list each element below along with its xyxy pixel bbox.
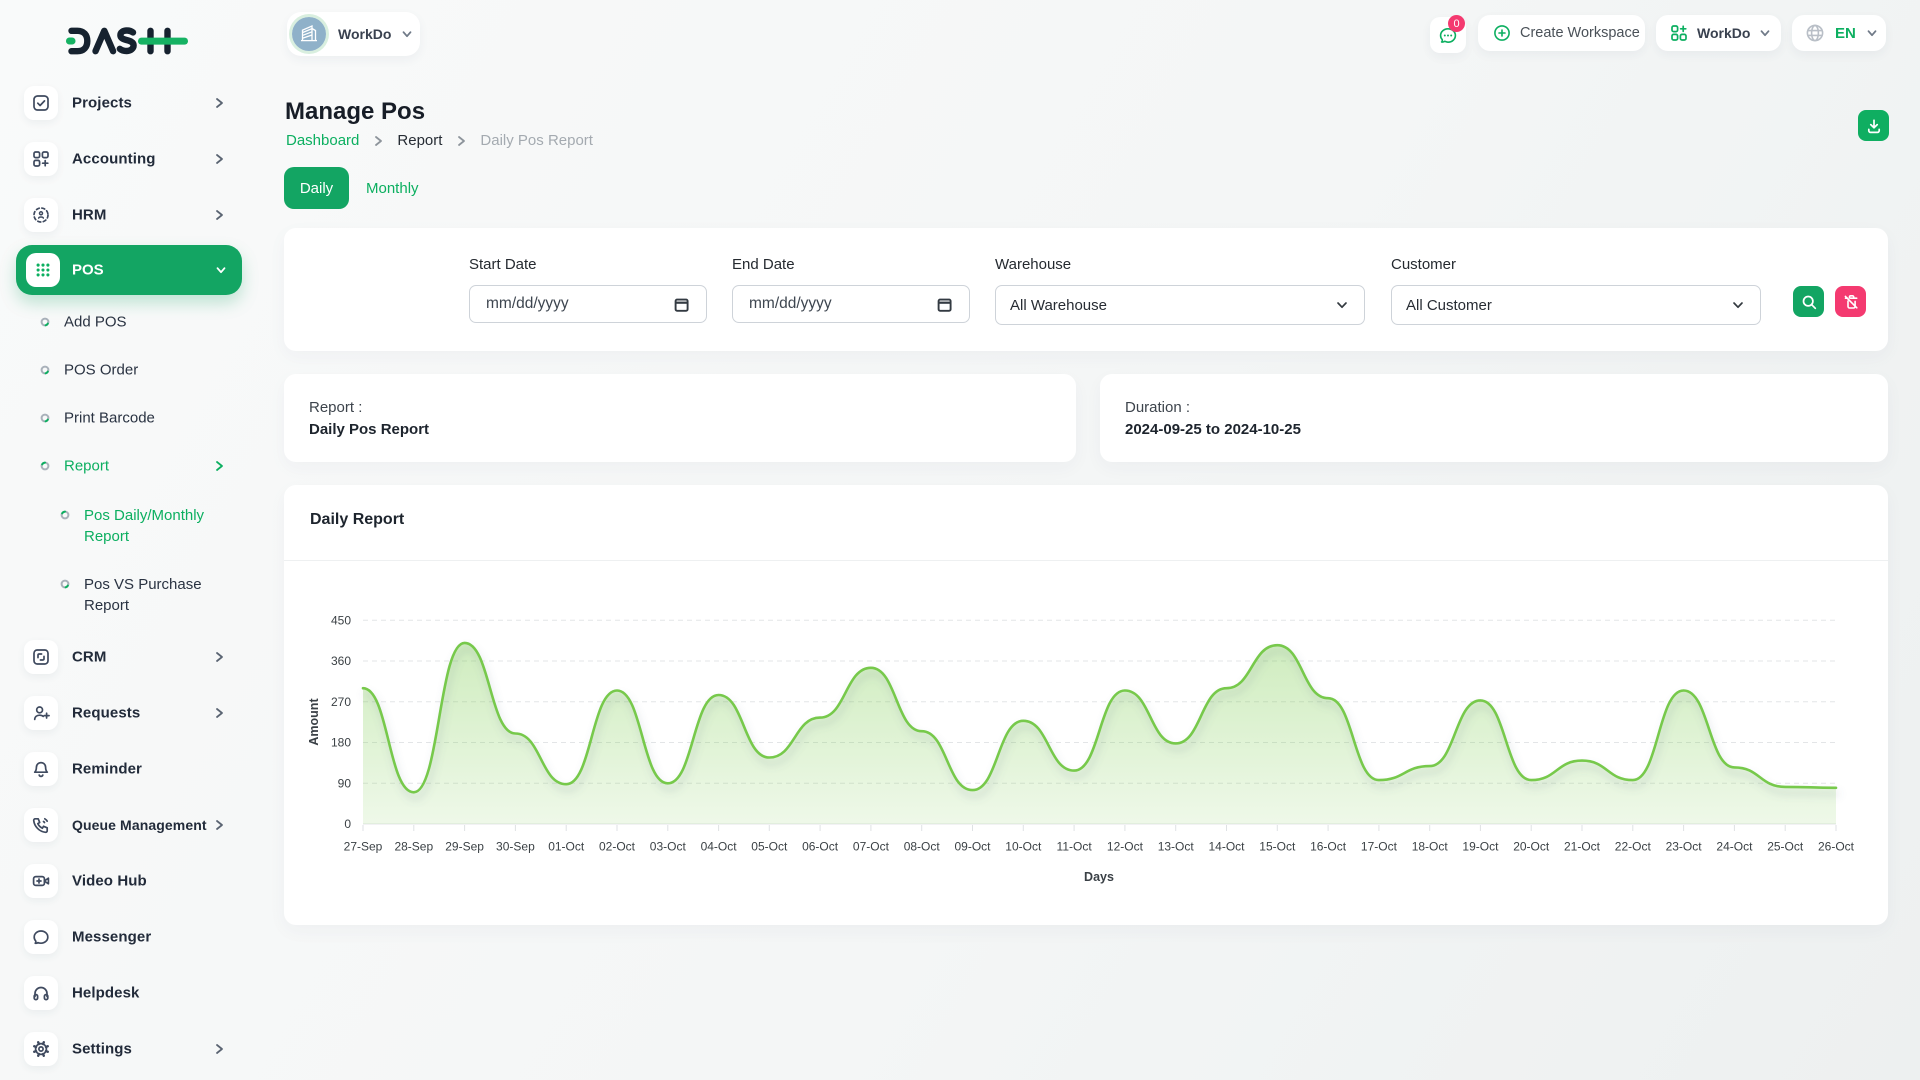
svg-text:180: 180: [331, 736, 351, 750]
svg-text:04-Oct: 04-Oct: [701, 840, 738, 854]
svg-text:Amount: Amount: [307, 698, 321, 746]
svg-text:09-Oct: 09-Oct: [954, 840, 991, 854]
svg-text:23-Oct: 23-Oct: [1666, 840, 1703, 854]
svg-text:11-Oct: 11-Oct: [1057, 840, 1093, 854]
svg-text:26-Oct: 26-Oct: [1818, 840, 1855, 854]
svg-text:28-Sep: 28-Sep: [394, 840, 433, 854]
svg-text:90: 90: [338, 776, 352, 790]
svg-text:360: 360: [331, 654, 351, 668]
svg-text:25-Oct: 25-Oct: [1767, 840, 1804, 854]
svg-text:10-Oct: 10-Oct: [1005, 840, 1042, 854]
svg-text:Days: Days: [1084, 870, 1114, 884]
svg-text:270: 270: [331, 695, 351, 709]
svg-text:450: 450: [331, 613, 351, 627]
svg-text:22-Oct: 22-Oct: [1615, 840, 1652, 854]
svg-text:05-Oct: 05-Oct: [751, 840, 788, 854]
svg-text:27-Sep: 27-Sep: [344, 840, 383, 854]
svg-text:14-Oct: 14-Oct: [1208, 840, 1245, 854]
svg-text:12-Oct: 12-Oct: [1107, 840, 1144, 854]
svg-text:21-Oct: 21-Oct: [1564, 840, 1601, 854]
svg-text:0: 0: [344, 817, 351, 831]
svg-text:07-Oct: 07-Oct: [853, 840, 890, 854]
svg-text:03-Oct: 03-Oct: [650, 840, 687, 854]
svg-text:01-Oct: 01-Oct: [548, 840, 585, 854]
svg-text:17-Oct: 17-Oct: [1361, 840, 1398, 854]
svg-text:24-Oct: 24-Oct: [1716, 840, 1753, 854]
svg-text:13-Oct: 13-Oct: [1158, 840, 1195, 854]
svg-text:20-Oct: 20-Oct: [1513, 840, 1550, 854]
svg-text:08-Oct: 08-Oct: [904, 840, 941, 854]
svg-text:29-Sep: 29-Sep: [445, 840, 484, 854]
svg-text:16-Oct: 16-Oct: [1310, 840, 1347, 854]
svg-text:06-Oct: 06-Oct: [802, 840, 839, 854]
svg-text:19-Oct: 19-Oct: [1462, 840, 1499, 854]
svg-text:30-Sep: 30-Sep: [496, 840, 535, 854]
svg-text:18-Oct: 18-Oct: [1412, 840, 1449, 854]
svg-text:02-Oct: 02-Oct: [599, 840, 636, 854]
svg-text:15-Oct: 15-Oct: [1259, 840, 1296, 854]
